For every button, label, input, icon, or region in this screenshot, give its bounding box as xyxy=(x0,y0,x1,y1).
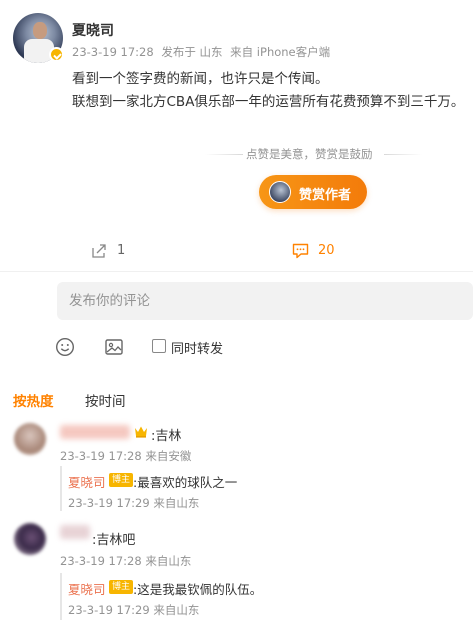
comment-meta: 23-3-19 17:28 来自安徽 xyxy=(60,449,192,463)
action-bar: 1 20 xyxy=(0,240,473,262)
comment-text: :吉林 xyxy=(151,429,182,444)
reply-author[interactable]: 夏晓司 xyxy=(68,579,106,598)
comment-composer[interactable] xyxy=(57,282,473,320)
emoji-icon[interactable] xyxy=(55,337,75,357)
comment-count[interactable]: 20 xyxy=(318,243,335,258)
reward-avatar xyxy=(269,181,291,203)
divider-left xyxy=(205,154,243,155)
post-text-line-1: 看到一个签字费的新闻，也许只是个传闻。 xyxy=(72,71,329,87)
reply-meta: 23-3-19 17:29 来自山东 xyxy=(68,496,200,510)
repost-checkbox[interactable] xyxy=(152,339,166,353)
crown-icon xyxy=(135,426,147,438)
comment-input[interactable] xyxy=(57,282,473,320)
section-divider xyxy=(0,271,473,272)
post-meta: 23-3-19 17:28 发布于 山东 来自 iPhone客户端 xyxy=(72,44,334,60)
reward-button-label: 赞赏作者 xyxy=(299,188,352,203)
image-icon[interactable] xyxy=(104,337,124,357)
author-name[interactable]: 夏晓司 xyxy=(72,20,114,40)
comment-meta: 23-3-19 17:28 来自山东 xyxy=(60,554,192,568)
share-icon[interactable] xyxy=(91,243,107,259)
reward-slogan-row: 点赞是美意，赞赏是鼓励 xyxy=(0,146,473,162)
comment-text: :吉林吧 xyxy=(92,533,136,548)
post-source: 来自 iPhone客户端 xyxy=(230,45,331,59)
post-text-line-2: 联想到一家北方CBA俱乐部一年的运营所有花费预算不到三千万。 xyxy=(72,94,465,110)
author-reply: 夏晓司 博主 :最喜欢的球队之一 23-3-19 17:29 来自山东 xyxy=(60,466,473,511)
avatar-face xyxy=(33,22,47,39)
reply-meta: 23-3-19 17:29 来自山东 xyxy=(68,603,200,617)
author-reply: 夏晓司 博主 :这是我最钦佩的队伍。 23-3-19 17:29 来自山东 xyxy=(60,573,473,620)
blogger-badge: 博主 xyxy=(109,580,134,594)
comment-icon[interactable] xyxy=(292,243,309,259)
verified-badge-icon xyxy=(49,47,64,62)
commenter-name-blurred[interactable] xyxy=(60,525,90,539)
sort-by-time-tab[interactable]: 按时间 xyxy=(85,390,126,410)
post-time[interactable]: 23-3-19 17:28 xyxy=(72,45,154,59)
blogger-badge: 博主 xyxy=(109,473,134,487)
divider-right xyxy=(384,154,422,155)
repost-label[interactable]: 同时转发 xyxy=(171,338,223,357)
commenter-name-blurred[interactable] xyxy=(60,425,130,439)
post-location: 发布于 山东 xyxy=(161,45,223,59)
commenter-avatar[interactable] xyxy=(14,523,46,555)
reply-text: :最喜欢的球队之一 xyxy=(133,475,238,490)
reward-slogan: 点赞是美意，赞赏是鼓励 xyxy=(246,147,373,161)
commenter-avatar[interactable] xyxy=(14,423,46,455)
reward-author-button[interactable]: 赞赏作者 xyxy=(259,175,367,209)
sort-by-hot-tab[interactable]: 按热度 xyxy=(13,390,54,410)
share-count[interactable]: 1 xyxy=(117,243,125,258)
reply-text: :这是我最钦佩的队伍。 xyxy=(133,582,263,597)
reply-author[interactable]: 夏晓司 xyxy=(68,472,106,491)
